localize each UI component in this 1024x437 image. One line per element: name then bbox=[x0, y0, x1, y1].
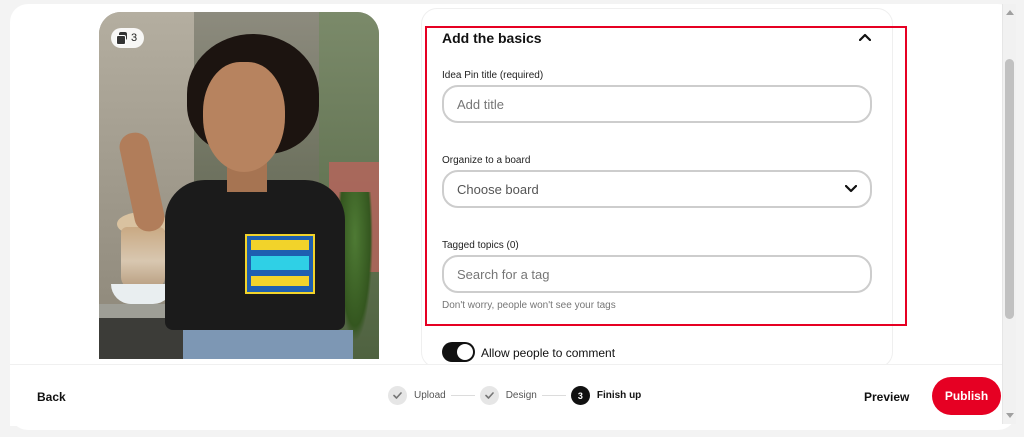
chevron-down-icon bbox=[845, 185, 857, 193]
preview-dessert-glass bbox=[121, 227, 165, 289]
step-connector bbox=[541, 395, 566, 396]
section-title[interactable]: Add the basics bbox=[442, 30, 542, 46]
image-count-badge: 3 bbox=[111, 28, 145, 48]
scrollbar[interactable] bbox=[1002, 4, 1016, 424]
print-stripe bbox=[251, 276, 309, 286]
board-select[interactable]: Choose board bbox=[442, 170, 872, 208]
back-button[interactable]: Back bbox=[37, 390, 66, 404]
publish-button[interactable]: Publish bbox=[932, 377, 1001, 415]
step-design: Design bbox=[479, 386, 537, 405]
progress-steps: Upload Design 3 Finish up bbox=[388, 386, 641, 405]
footer-bar: Back Upload Design 3 Finish up Preview P… bbox=[10, 364, 1002, 426]
step-finish-up: 3 Finish up bbox=[570, 386, 642, 405]
image-count: 3 bbox=[131, 32, 138, 44]
print-stripe bbox=[251, 240, 309, 250]
tag-search-input[interactable] bbox=[442, 255, 872, 293]
scroll-down-arrow-icon[interactable] bbox=[1006, 413, 1014, 418]
step-upload: Upload bbox=[388, 386, 446, 405]
checkmark-icon bbox=[479, 386, 499, 405]
preview-button[interactable]: Preview bbox=[864, 390, 909, 404]
pin-title-label: Idea Pin title (required) bbox=[442, 70, 544, 81]
board-label: Organize to a board bbox=[442, 155, 531, 166]
step-connector bbox=[450, 395, 475, 396]
step-number: 3 bbox=[570, 386, 590, 405]
toggle-knob bbox=[457, 344, 473, 360]
preview-tshirt-print bbox=[245, 234, 315, 294]
pin-title-input[interactable] bbox=[442, 85, 872, 123]
print-stripe bbox=[251, 256, 309, 270]
allow-comments-label: Allow people to comment bbox=[481, 346, 616, 360]
allow-comments-toggle[interactable] bbox=[442, 342, 475, 362]
tagged-topics-label: Tagged topics (0) bbox=[442, 240, 519, 251]
preview-jeans bbox=[183, 330, 353, 359]
board-select-value: Choose board bbox=[457, 181, 539, 197]
preview-face bbox=[203, 62, 285, 172]
tags-hint: Don't worry, people won't see your tags bbox=[442, 300, 616, 311]
pin-image-preview: 3 bbox=[99, 12, 379, 359]
step-label: Finish up bbox=[596, 390, 642, 401]
chevron-up-icon[interactable] bbox=[858, 30, 872, 44]
scroll-up-arrow-icon[interactable] bbox=[1006, 10, 1014, 15]
scrollbar-thumb[interactable] bbox=[1005, 59, 1014, 319]
step-label: Upload bbox=[414, 390, 446, 401]
step-label: Design bbox=[505, 390, 537, 401]
multiple-images-icon bbox=[116, 32, 128, 45]
checkmark-icon bbox=[388, 386, 407, 405]
